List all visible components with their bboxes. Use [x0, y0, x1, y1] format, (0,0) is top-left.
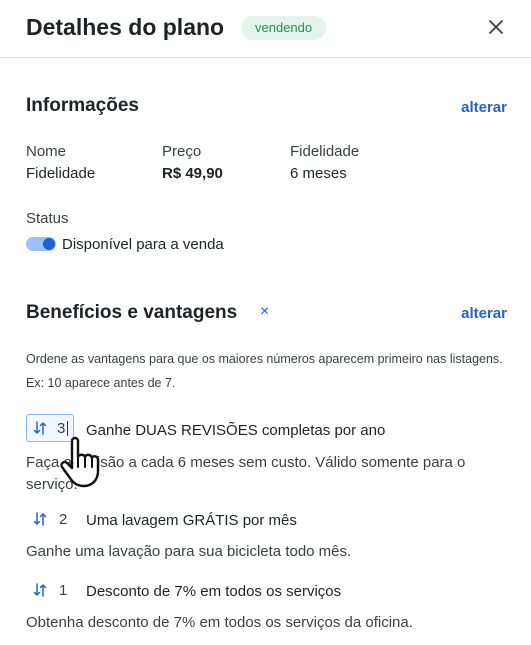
order-value: 1 — [59, 582, 68, 599]
info-edit-link[interactable]: alterar — [461, 99, 507, 116]
order-input[interactable]: 2 — [33, 508, 73, 532]
close-icon[interactable] — [486, 17, 506, 37]
text-caret — [67, 421, 68, 436]
order-input[interactable]: 1 — [33, 579, 73, 603]
benefit-description: Ganhe uma lavação para sua bicicleta tod… — [26, 543, 352, 560]
benefits-section-title: Benefícios e vantagens — [26, 302, 238, 323]
sort-icon — [33, 583, 47, 597]
benefit-title: Ganhe DUAS REVISÕES completas por ano — [86, 422, 386, 439]
status-label: Status — [26, 210, 69, 227]
field-value-price: R$ 49,90 — [162, 165, 223, 182]
order-value: 3 — [57, 420, 66, 437]
info-section-title: Informações — [26, 95, 139, 116]
panel-title: Detalhes do plano — [26, 14, 225, 40]
field-value-loyalty: 6 meses — [290, 165, 347, 182]
benefit-title: Desconto de 7% em todos os serviços — [86, 583, 342, 600]
benefit-description: Obtenha desconto de 7% em todos os servi… — [26, 614, 413, 631]
field-label-price: Preço — [162, 143, 202, 160]
benefits-edit-link[interactable]: alterar — [461, 305, 507, 322]
benefit-title: Uma lavagem GRÁTIS por mês — [86, 512, 297, 529]
benefits-close-icon[interactable]: × — [260, 303, 269, 321]
order-input[interactable]: 3 — [26, 414, 74, 442]
field-value-name: Fidelidade — [26, 165, 96, 182]
sort-icon — [33, 421, 47, 435]
benefit-description: Faça a revisão a cada 6 meses sem custo.… — [26, 454, 466, 493]
benefits-helper-text: Ordene as vantagens para que os maiores … — [26, 352, 503, 390]
availability-toggle[interactable] — [26, 237, 56, 251]
panel-header: Detalhes do plano vendendo — [0, 0, 531, 58]
field-label-name: Nome — [26, 143, 67, 160]
availability-toggle-label: Disponível para a venda — [62, 236, 224, 253]
order-value: 2 — [59, 511, 68, 528]
status-badge: vendendo — [241, 16, 327, 40]
sort-icon — [33, 512, 47, 526]
field-label-loyalty: Fidelidade — [290, 143, 360, 160]
toggle-knob — [43, 238, 55, 250]
